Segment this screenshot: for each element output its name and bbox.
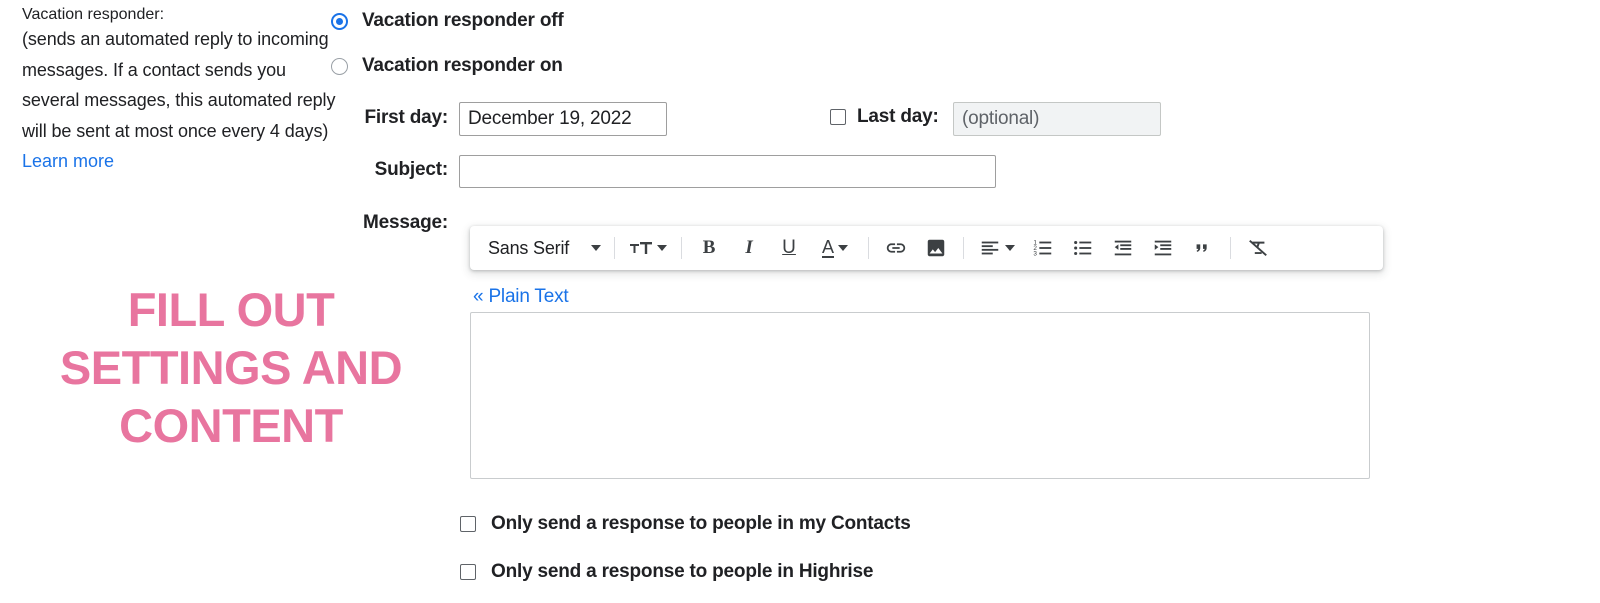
font-family-label: Sans Serif — [488, 237, 570, 258]
bold-button[interactable]: B — [689, 231, 729, 265]
radio-off-label[interactable]: Vacation responder off — [362, 10, 564, 32]
toolbar-divider — [614, 237, 616, 259]
bulleted-list-button[interactable] — [1063, 231, 1103, 265]
toolbar-divider — [868, 237, 870, 259]
text-color-label: A — [822, 237, 835, 258]
first-day-label: First day: — [364, 107, 448, 128]
toolbar-divider — [1230, 237, 1232, 259]
rich-text-editor-toolbar: Sans Serif B I U A 1 2 3 — [470, 226, 1383, 270]
insert-link-button[interactable] — [876, 231, 916, 265]
annotation-fill-out-settings: FILL OUT SETTINGS AND CONTENT — [59, 283, 403, 452]
chevron-down-icon — [657, 245, 668, 251]
message-body-input[interactable] — [470, 312, 1370, 479]
only-highrise-label[interactable]: Only send a response to people in Highri… — [491, 561, 873, 583]
last-day-label: Last day: — [857, 106, 939, 127]
numbered-list-button[interactable]: 1 2 3 — [1023, 231, 1063, 265]
italic-button[interactable]: I — [729, 231, 769, 265]
chevron-down-icon — [591, 245, 602, 251]
only-contacts-checkbox[interactable] — [460, 516, 476, 532]
toolbar-divider — [963, 237, 965, 259]
indent-decrease-button[interactable] — [1103, 231, 1143, 265]
last-day-checkbox[interactable] — [830, 109, 846, 125]
font-size-dropdown[interactable] — [622, 231, 674, 265]
radio-on-label[interactable]: Vacation responder on — [362, 55, 563, 77]
only-contacts-label[interactable]: Only send a response to people in my Con… — [491, 513, 911, 535]
vacation-responder-description: Vacation responder: (sends an automated … — [22, 6, 342, 176]
only-highrise-checkbox[interactable] — [460, 564, 476, 580]
subject-input[interactable] — [459, 155, 996, 188]
font-family-dropdown[interactable]: Sans Serif — [478, 231, 607, 265]
first-day-input[interactable] — [459, 102, 667, 136]
radio-off-icon[interactable] — [331, 12, 348, 30]
option-only-highrise[interactable]: Only send a response to people in Highri… — [460, 561, 873, 583]
last-day-group[interactable]: Last day: — [830, 106, 939, 128]
svg-text:3: 3 — [1033, 250, 1037, 257]
remove-formatting-button[interactable] — [1238, 231, 1278, 265]
plain-text-link[interactable]: « Plain Text — [473, 286, 569, 308]
insert-image-button[interactable] — [916, 231, 956, 265]
align-button[interactable] — [971, 231, 1023, 265]
option-only-contacts[interactable]: Only send a response to people in my Con… — [460, 513, 911, 535]
last-day-input[interactable] — [953, 102, 1161, 136]
indent-increase-button[interactable] — [1143, 231, 1183, 265]
radio-option-vacation-responder-on[interactable]: Vacation responder on — [331, 55, 563, 77]
radio-option-vacation-responder-off[interactable]: Vacation responder off — [331, 10, 564, 32]
subject-label: Subject: — [374, 159, 449, 180]
blockquote-button[interactable] — [1183, 231, 1223, 265]
underline-button[interactable]: U — [769, 231, 809, 265]
text-color-button[interactable]: A — [809, 231, 861, 265]
learn-more-link[interactable]: Learn more — [22, 146, 114, 176]
chevron-down-icon — [838, 245, 849, 251]
toolbar-divider — [681, 237, 683, 259]
page-title: Vacation responder: — [22, 6, 165, 23]
message-label: Message: — [363, 212, 448, 233]
radio-on-icon[interactable] — [331, 57, 348, 75]
chevron-down-icon — [1005, 245, 1016, 251]
